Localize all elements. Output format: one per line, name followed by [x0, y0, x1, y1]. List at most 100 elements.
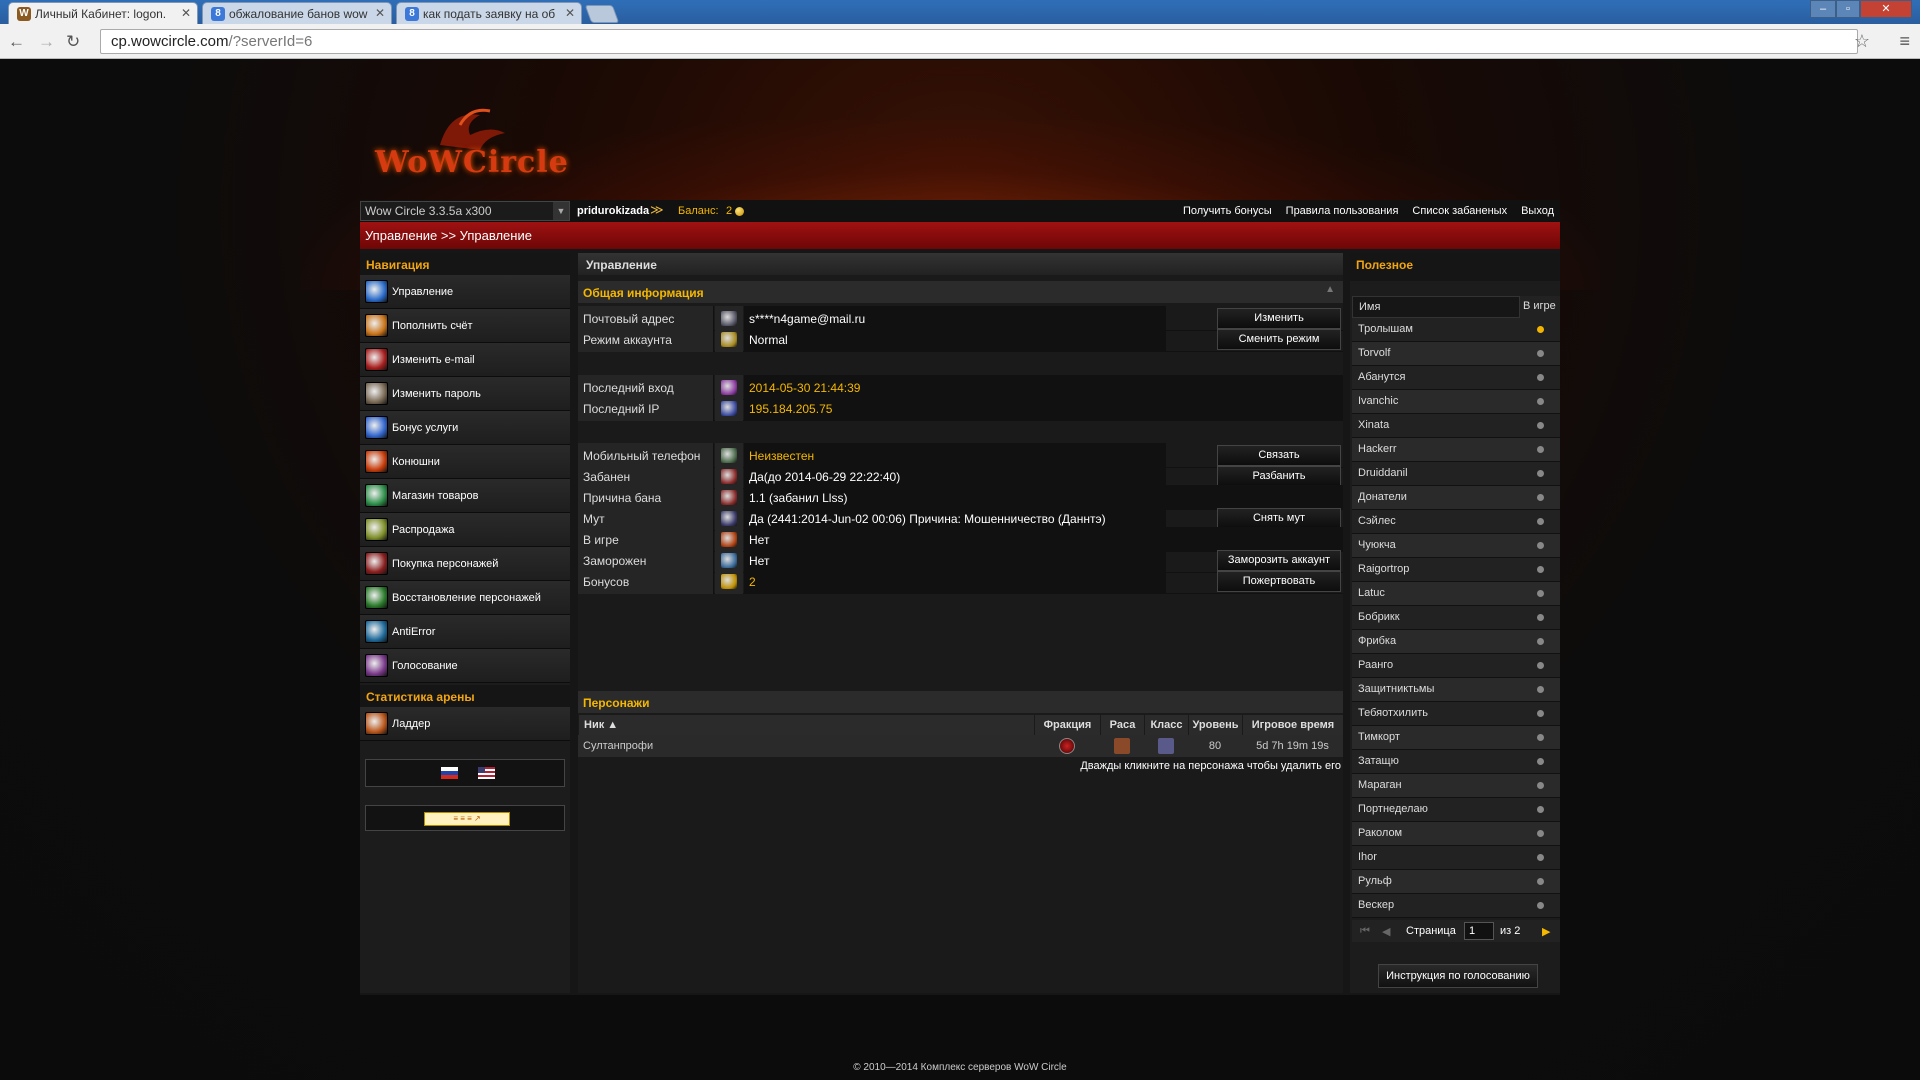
- bookmark-star-icon[interactable]: ☆: [1854, 31, 1870, 52]
- site-logo[interactable]: WoWCircle: [375, 145, 569, 180]
- nav-item[interactable]: Голосование: [360, 649, 570, 683]
- player-row[interactable]: Hackerr: [1352, 438, 1560, 462]
- player-row[interactable]: Раколом: [1352, 822, 1560, 846]
- player-row[interactable]: Latuc: [1352, 582, 1560, 606]
- col-playtime[interactable]: Игровое время: [1242, 715, 1343, 735]
- info-action-button[interactable]: Заморозить аккаунт: [1217, 550, 1341, 571]
- race-icon: [1114, 738, 1130, 754]
- browser-menu-icon[interactable]: ≡: [1899, 31, 1910, 52]
- link-terms[interactable]: Правила пользования: [1286, 205, 1399, 217]
- col-faction[interactable]: Фракция: [1034, 715, 1100, 735]
- nav-item[interactable]: Восстановление персонажей: [360, 581, 570, 615]
- url-input[interactable]: cp.wowcircle.com/?serverId=6: [100, 29, 1858, 54]
- info-action-button[interactable]: Пожертвовать: [1217, 571, 1341, 592]
- player-row[interactable]: Xinata: [1352, 414, 1560, 438]
- info-action-button[interactable]: Связать: [1217, 445, 1341, 466]
- minimize-icon[interactable]: –: [1810, 0, 1836, 18]
- player-row[interactable]: Тролышам: [1352, 318, 1560, 342]
- nav-item[interactable]: Магазин товаров: [360, 479, 570, 513]
- tab-search-bans[interactable]: 8 обжалование банов wow ✕: [202, 2, 392, 24]
- col-online[interactable]: В игре: [1520, 296, 1560, 318]
- player-row[interactable]: Ivanchic: [1352, 390, 1560, 414]
- nav-item[interactable]: Распродажа: [360, 513, 570, 547]
- close-window-icon[interactable]: ✕: [1860, 0, 1912, 18]
- tab-cabinet[interactable]: W Личный Кабинет: logon. ✕: [8, 2, 198, 24]
- tab-search-appeal[interactable]: 8 как подать заявку на об ✕: [396, 2, 582, 24]
- counter-badge-icon[interactable]: ≡ ≡ ≡ ↗: [424, 812, 510, 826]
- player-row[interactable]: Torvolf: [1352, 342, 1560, 366]
- new-tab-button[interactable]: [584, 5, 620, 23]
- vote-instructions-button[interactable]: Инструкция по голосованию: [1378, 964, 1538, 988]
- online-status-icon: [1537, 494, 1544, 501]
- link-get-bonuses[interactable]: Получить бонусы: [1183, 205, 1272, 217]
- buy-character-icon: [365, 552, 388, 575]
- chevron-down-icon[interactable]: ▼: [553, 202, 569, 220]
- username: pridurokizada: [577, 205, 650, 217]
- player-name: Ihor: [1358, 851, 1377, 863]
- link-ban-list[interactable]: Список забаненых: [1412, 205, 1507, 217]
- nav-item[interactable]: Изменить пароль: [360, 377, 570, 411]
- player-row[interactable]: Raigortrop: [1352, 558, 1560, 582]
- player-row[interactable]: Абанутся: [1352, 366, 1560, 390]
- col-race[interactable]: Раса: [1100, 715, 1144, 735]
- server-select[interactable]: Wow Circle 3.3.5a x300 ▼: [360, 201, 570, 221]
- nav-item-label: Изменить пароль: [392, 388, 481, 400]
- player-row[interactable]: Тебяотхилить: [1352, 702, 1560, 726]
- nav-item[interactable]: AntiError: [360, 615, 570, 649]
- prev-page-icon[interactable]: ◀: [1382, 925, 1390, 938]
- player-row[interactable]: Защитниктьмы: [1352, 678, 1560, 702]
- info-action-button[interactable]: Изменить: [1217, 308, 1341, 329]
- col-nick[interactable]: Ник ▲: [578, 715, 1034, 735]
- coin-icon: [735, 206, 745, 216]
- forward-icon[interactable]: →: [38, 32, 55, 52]
- faction-cell: [1034, 735, 1100, 757]
- nav-item-label: Голосование: [392, 660, 458, 672]
- col-name[interactable]: Имя: [1352, 296, 1520, 318]
- character-row[interactable]: Султанпрофи 80 5d 7h 19m 19s: [578, 735, 1343, 757]
- close-tab-icon[interactable]: ✕: [375, 6, 385, 20]
- player-row[interactable]: Вескер: [1352, 894, 1560, 918]
- arena-list: Ладдер: [360, 707, 570, 741]
- player-row[interactable]: Бобрикк: [1352, 606, 1560, 630]
- online-status-icon: [1537, 710, 1544, 717]
- player-row[interactable]: Сэйлес: [1352, 510, 1560, 534]
- maximize-icon[interactable]: ▫: [1836, 0, 1860, 18]
- next-page-icon[interactable]: ▶: [1542, 925, 1550, 938]
- player-row[interactable]: Druiddanil: [1352, 462, 1560, 486]
- info-action-button[interactable]: Сменить режим: [1217, 329, 1341, 350]
- player-row[interactable]: Ihor: [1352, 846, 1560, 870]
- nav-item[interactable]: Покупка персонажей: [360, 547, 570, 581]
- player-row[interactable]: Чуюкча: [1352, 534, 1560, 558]
- tab-title: Личный Кабинет: logon.: [35, 7, 167, 21]
- player-row[interactable]: Портнеделаю: [1352, 798, 1560, 822]
- player-row[interactable]: Донатели: [1352, 486, 1560, 510]
- collapse-icon[interactable]: ▲: [1325, 284, 1335, 295]
- nav-item[interactable]: Бонус услуги: [360, 411, 570, 445]
- info-action-button[interactable]: Разбанить: [1217, 466, 1341, 487]
- col-class[interactable]: Класс: [1144, 715, 1188, 735]
- nav-item[interactable]: Управление: [360, 275, 570, 309]
- link-logout[interactable]: Выход: [1521, 205, 1554, 217]
- col-level[interactable]: Уровень: [1188, 715, 1242, 735]
- player-row[interactable]: Раанго: [1352, 654, 1560, 678]
- player-row[interactable]: Рульф: [1352, 870, 1560, 894]
- back-icon[interactable]: ←: [8, 32, 25, 52]
- nav-item[interactable]: Конюшни: [360, 445, 570, 479]
- nav-item[interactable]: Пополнить счёт: [360, 309, 570, 343]
- close-tab-icon[interactable]: ✕: [565, 6, 575, 20]
- close-tab-icon[interactable]: ✕: [181, 6, 191, 20]
- player-row[interactable]: Мараган: [1352, 774, 1560, 798]
- mute-icon: [721, 511, 737, 526]
- info-action-button[interactable]: Снять мут: [1217, 508, 1341, 529]
- first-page-icon[interactable]: ⏮: [1360, 925, 1370, 938]
- player-row[interactable]: Тимкорт: [1352, 726, 1560, 750]
- nav-item-ladder[interactable]: Ладдер: [360, 707, 570, 741]
- player-row[interactable]: Затащю: [1352, 750, 1560, 774]
- player-row[interactable]: Фрибка: [1352, 630, 1560, 654]
- page-input[interactable]: [1464, 922, 1494, 940]
- flag-ru-icon[interactable]: [441, 767, 458, 779]
- nav-item[interactable]: Изменить e-mail: [360, 343, 570, 377]
- flag-us-icon[interactable]: [478, 767, 495, 779]
- reload-icon[interactable]: ↻: [66, 32, 80, 52]
- nav-item-label: AntiError: [392, 626, 436, 638]
